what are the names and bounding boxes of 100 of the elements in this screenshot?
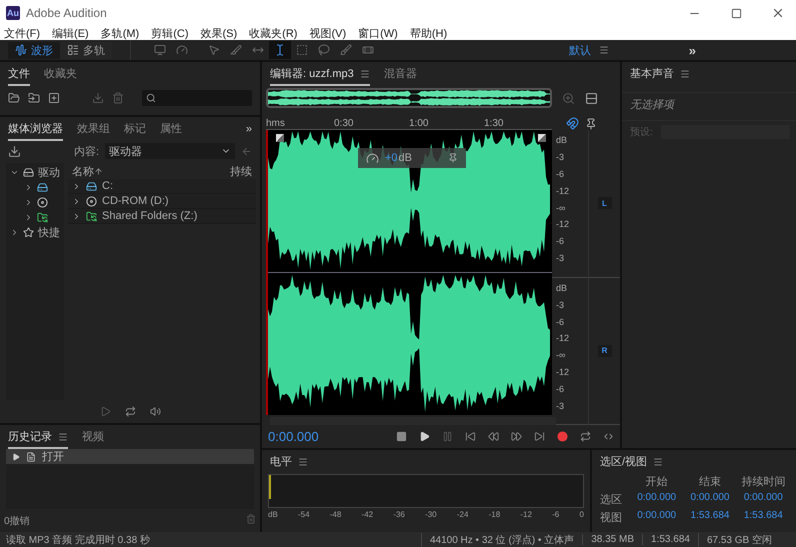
download-icon[interactable] (8, 144, 21, 158)
marquee-icon (296, 44, 308, 56)
mode-tab[interactable]: 多轨 (60, 42, 112, 58)
channel-button[interactable]: L (598, 197, 612, 210)
panel-menu-icon[interactable] (598, 45, 609, 55)
skip-back-icon[interactable] (465, 431, 476, 442)
menu-item[interactable]: 帮助(H) (410, 26, 448, 40)
open-folder-icon[interactable] (8, 92, 20, 104)
new-file-icon[interactable] (48, 92, 60, 104)
horizontal-scrollbar[interactable] (270, 417, 556, 425)
text-cursor-icon (274, 44, 286, 56)
panel-title[interactable]: 选区/视图 (600, 452, 664, 474)
panel-menu-icon[interactable] (680, 68, 690, 78)
column-header[interactable]: 名称 (72, 164, 94, 178)
db-label: -6 (556, 384, 566, 394)
stop-icon[interactable] (396, 431, 407, 442)
channels-icon[interactable] (585, 92, 598, 104)
meter-label: -18 (488, 510, 500, 519)
magnet-icon[interactable] (566, 117, 579, 130)
fast-forward-icon[interactable] (511, 431, 522, 442)
menu-item[interactable]: 编辑(E) (52, 26, 89, 40)
search-field[interactable] (142, 90, 252, 106)
db-label: -12 (556, 366, 570, 377)
gain-hud[interactable]: +0dB (358, 148, 466, 168)
menu-item[interactable]: 窗口(W) (358, 26, 398, 40)
status-item: 1:53.684 (642, 534, 698, 545)
panel-tab[interactable]: 效果组 (77, 119, 110, 141)
collapse-icon[interactable] (10, 168, 19, 177)
sort-arrow-icon (94, 166, 103, 176)
panel-tab[interactable]: 属性 (160, 119, 182, 141)
overview-waveform-drawing[interactable] (266, 88, 552, 108)
content-dropdown[interactable]: 驱动器 (105, 143, 235, 159)
expand-icon[interactable] (10, 228, 19, 237)
time-value[interactable]: 0:00.000 (630, 510, 684, 525)
time-value[interactable]: 0:00.000 (630, 492, 684, 507)
status-message: 读取 MP3 音频 完成用时 0.38 秒 (6, 534, 150, 546)
waveform-drawing[interactable] (266, 130, 552, 415)
tool-button[interactable] (269, 41, 291, 59)
tree-item[interactable]: 快捷 (6, 225, 64, 240)
status-item: 44100 Hz • 32 位 (浮点) • 立体声 (420, 532, 582, 546)
file-row[interactable]: C: (68, 179, 256, 194)
channel-button[interactable]: R (598, 344, 612, 357)
rewind-icon[interactable] (488, 431, 499, 442)
time-value[interactable]: 1:53.684 (683, 510, 737, 525)
close-icon[interactable] (771, 6, 785, 20)
speaker-icon[interactable] (150, 406, 160, 417)
monitor-icon[interactable] (154, 44, 166, 56)
fade-out-handle[interactable] (538, 134, 546, 142)
tree-item[interactable]: 驱动 (6, 165, 64, 180)
play-icon (12, 452, 20, 460)
db-label: -3 (556, 300, 566, 310)
panel-tab[interactable]: 标记 (124, 119, 146, 141)
maximize-icon[interactable] (730, 8, 742, 18)
menu-item[interactable]: 剪辑(C) (151, 26, 188, 40)
expand-icon[interactable] (24, 198, 33, 207)
panel-tab[interactable]: 媒体浏览器 (8, 119, 63, 141)
history-item[interactable]: 打开 (6, 449, 254, 464)
panel-title[interactable]: 基本声音 (630, 64, 690, 86)
expand-icon[interactable] (24, 213, 33, 222)
panel-menu-icon[interactable] (653, 456, 664, 466)
db-label: dB (556, 135, 568, 146)
network-drive-icon (37, 212, 48, 223)
pin-icon[interactable] (448, 153, 458, 163)
lasso-icon (318, 44, 330, 56)
column-header[interactable]: 持续 (230, 164, 252, 178)
loop-icon[interactable] (124, 406, 136, 417)
skip-forward-icon[interactable] (534, 431, 545, 442)
time-value[interactable]: 0:00.000 (736, 492, 790, 507)
menu-item[interactable]: 效果(S) (200, 26, 238, 40)
more-button[interactable]: » (688, 42, 696, 58)
panel-tab[interactable]: 文件 (8, 64, 30, 86)
record-icon[interactable] (557, 431, 568, 442)
panel-tab[interactable]: 视频 (82, 427, 104, 449)
import-folder-icon[interactable] (28, 92, 40, 104)
editor-tab[interactable]: 混音器 (384, 64, 417, 86)
move-tool-icon (208, 44, 220, 56)
menu-item[interactable]: 视图(V) (309, 26, 346, 40)
panel-menu-icon[interactable] (58, 432, 68, 442)
expand-icon[interactable] (24, 183, 33, 192)
panel-title[interactable]: 电平 (270, 452, 308, 474)
panel-menu-icon[interactable] (298, 456, 308, 466)
editor-tab[interactable]: 编辑器: uzzf.mp3 (270, 64, 370, 86)
knob-icon[interactable] (366, 152, 379, 164)
menu-item[interactable]: 文件(F) (4, 26, 40, 40)
file-row[interactable]: CD-ROM (D:) (68, 194, 256, 209)
workspace-label[interactable]: 默认 (568, 42, 591, 58)
panel-tab[interactable]: 收藏夹 (44, 64, 77, 86)
db-label: -3 (556, 400, 566, 411)
panel-menu-icon[interactable] (360, 68, 370, 78)
fade-in-handle[interactable] (276, 134, 284, 142)
gauge-icon[interactable] (176, 44, 188, 56)
menu-item[interactable]: 收藏夹(R) (249, 26, 298, 40)
more-tabs-button[interactable]: » (246, 120, 252, 140)
pin-icon[interactable] (585, 118, 597, 130)
file-row[interactable]: Shared Folders (Z:) (68, 209, 256, 224)
time-value[interactable]: 1:53.684 (736, 510, 790, 525)
loop-icon[interactable] (580, 431, 591, 442)
menu-item[interactable]: 多轨(M) (100, 26, 140, 40)
time-value[interactable]: 0:00.000 (683, 492, 737, 507)
column-header: 持续时间 (740, 475, 786, 489)
